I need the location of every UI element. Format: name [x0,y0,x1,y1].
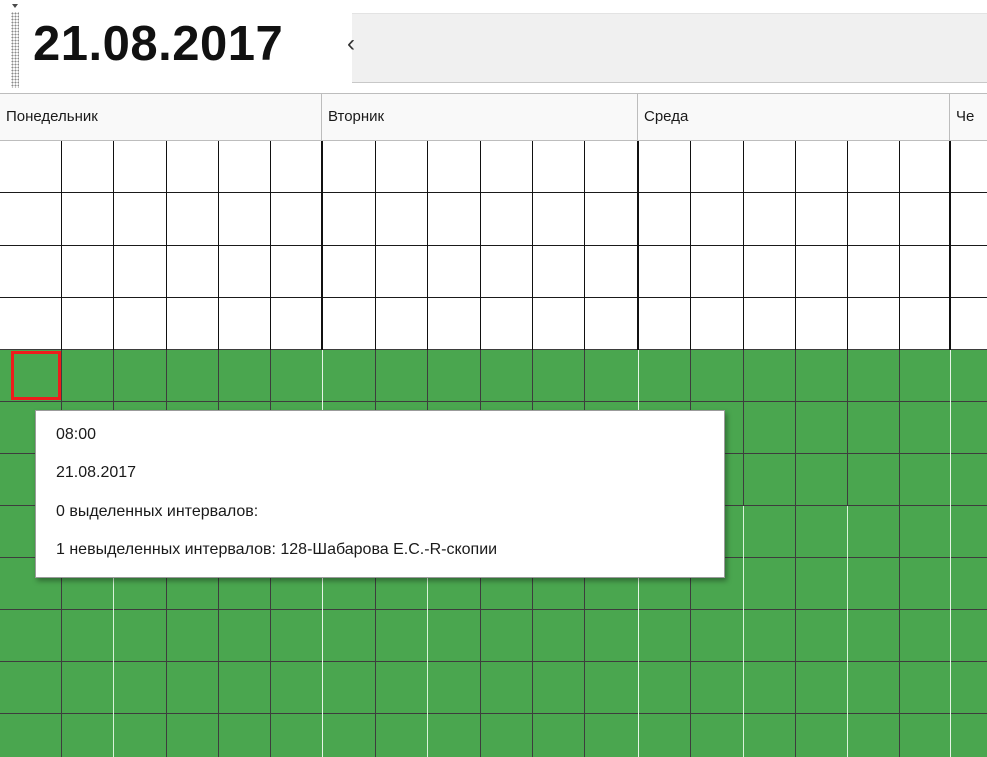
grid-row-line [0,661,987,662]
toolbar: 21.08.2017 ‹ [0,0,987,93]
grid-column-line [949,141,951,350]
tooltip-selected-intervals: 0 выделенных интервалов: [56,503,259,520]
grip-dots-icon [11,12,19,88]
grip-arrow-icon [12,4,18,8]
day-header-thursday[interactable]: Че [950,94,987,140]
booked-interval-divider [847,506,848,757]
grid-row-line [0,245,987,246]
day-header-monday[interactable]: Понедельник [0,94,322,140]
grid-row-line [0,401,987,402]
day-label: Вторник [328,108,385,125]
grid-column-line [899,350,900,757]
grid-column-line [427,141,428,350]
grid-row-line [0,349,987,350]
day-label: Понедельник [6,108,98,125]
booked-interval-divider [113,558,114,757]
grid-column-line [743,141,744,350]
day-header-wednesday[interactable]: Среда [638,94,950,140]
day-label: Че [956,108,975,125]
grid-column-line [321,141,323,350]
grid-column-line [113,141,114,350]
tooltip-unselected-intervals: 1 невыделенных интервалов: 128-Шабарова … [56,541,498,558]
day-header-tuesday[interactable]: Вторник [322,94,638,140]
grid-column-line [532,141,533,350]
grid-column-line [375,141,376,350]
tooltip-time: 08:00 [56,426,97,443]
grid-column-line [270,141,271,350]
grid-column-line [847,141,848,350]
day-label: Среда [644,108,689,125]
grid-row-line [0,609,987,610]
booked-interval-divider [743,506,744,757]
selected-cell[interactable] [11,351,61,400]
grid-column-line [795,141,796,350]
grid-column-line [61,141,62,350]
grid-row-line [0,713,987,714]
toolbar-panel [352,13,987,83]
grid-row-line [0,192,987,193]
grid-row-line [0,297,987,298]
grid-column-line [795,350,796,757]
grid-column-line [584,141,585,350]
previous-week-button[interactable]: ‹ [340,24,362,64]
grid-column-line [899,141,900,350]
grid-column-line [690,141,691,350]
grid-column-line [950,350,951,757]
day-header-row: Понедельник Вторник Среда Че [0,93,987,141]
booked-interval-divider [427,558,428,757]
tooltip-date: 21.08.2017 [56,464,137,481]
current-date-title: 21.08.2017 [33,17,284,71]
grid-column-line [166,141,167,350]
toolbar-grip-icon[interactable] [10,4,20,90]
grid-column-line [218,141,219,350]
grid-column-line [480,141,481,350]
grid-column-line [637,141,639,350]
interval-tooltip: 08:00 21.08.2017 0 выделенных интервалов… [35,410,725,578]
